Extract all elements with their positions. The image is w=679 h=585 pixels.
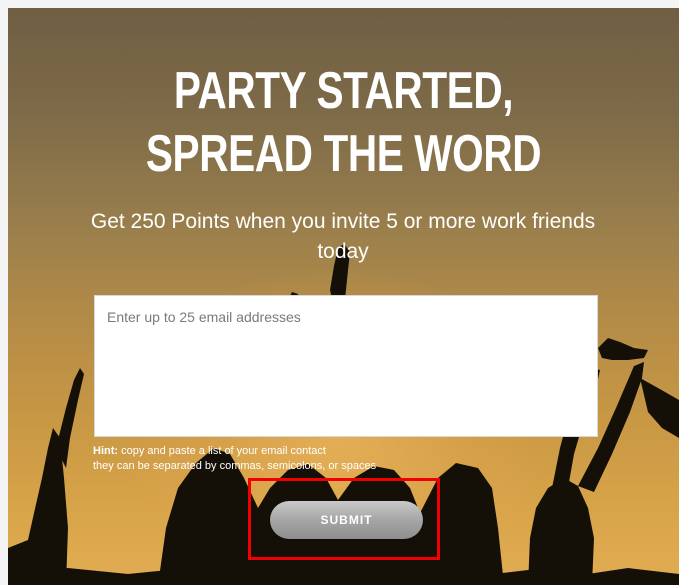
headline-line-2: SPREAD THE WORD [145, 125, 542, 183]
silhouette-left-arm [56, 368, 84, 468]
submit-button[interactable]: SUBMIT [270, 501, 423, 539]
hint-line-1-text: copy and paste a list of your email cont… [118, 445, 326, 457]
silhouette-far-right [640, 378, 679, 438]
hint-line-1: Hint: copy and paste a list of your emai… [93, 444, 376, 459]
silhouette-right-hands [598, 338, 648, 360]
subheadline: Get 250 Points when you invite 5 or more… [90, 210, 596, 263]
email-addresses-input[interactable] [94, 295, 598, 437]
silhouette-right [528, 478, 594, 585]
invite-panel: PARTY STARTED, SPREAD THE WORD Get 250 P… [8, 8, 679, 585]
headline-line-1: PARTY STARTED, [173, 62, 514, 120]
hint-line-2: they can be separated by commas, semicol… [93, 460, 377, 472]
hint-label: Hint: [93, 445, 119, 457]
hint-text: Hint: copy and paste a list of your emai… [93, 444, 376, 474]
